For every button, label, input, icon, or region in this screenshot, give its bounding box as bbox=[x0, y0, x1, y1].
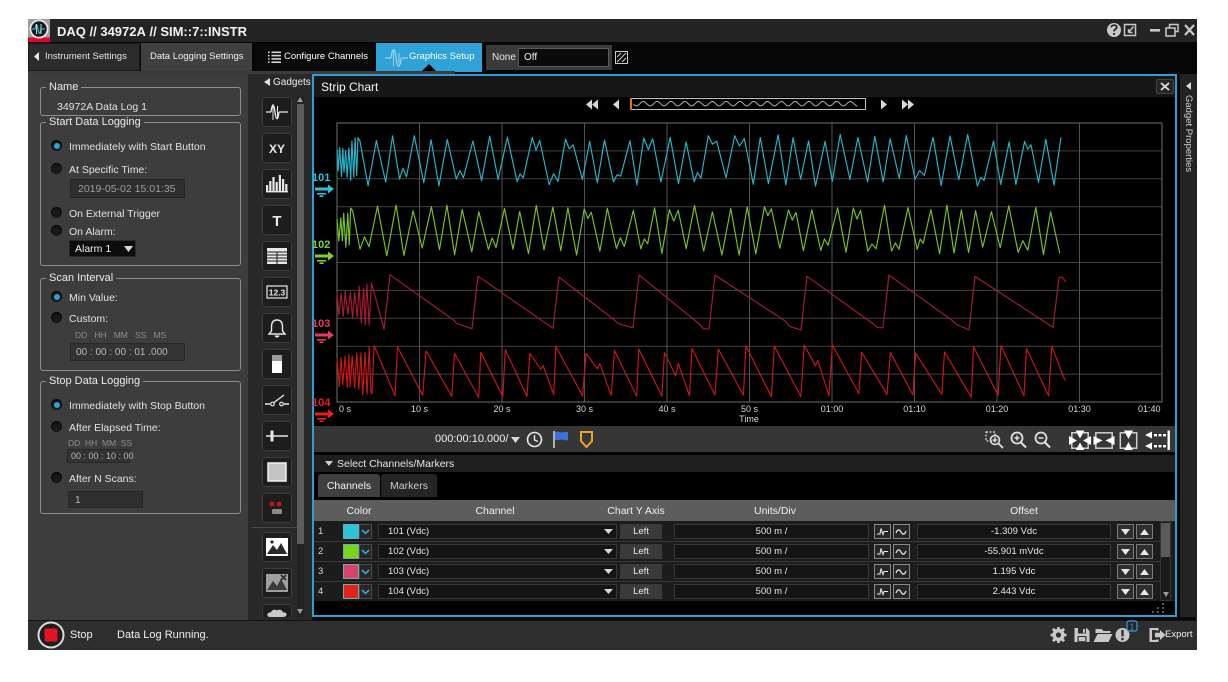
svg-text:1: 1 bbox=[1130, 622, 1135, 631]
